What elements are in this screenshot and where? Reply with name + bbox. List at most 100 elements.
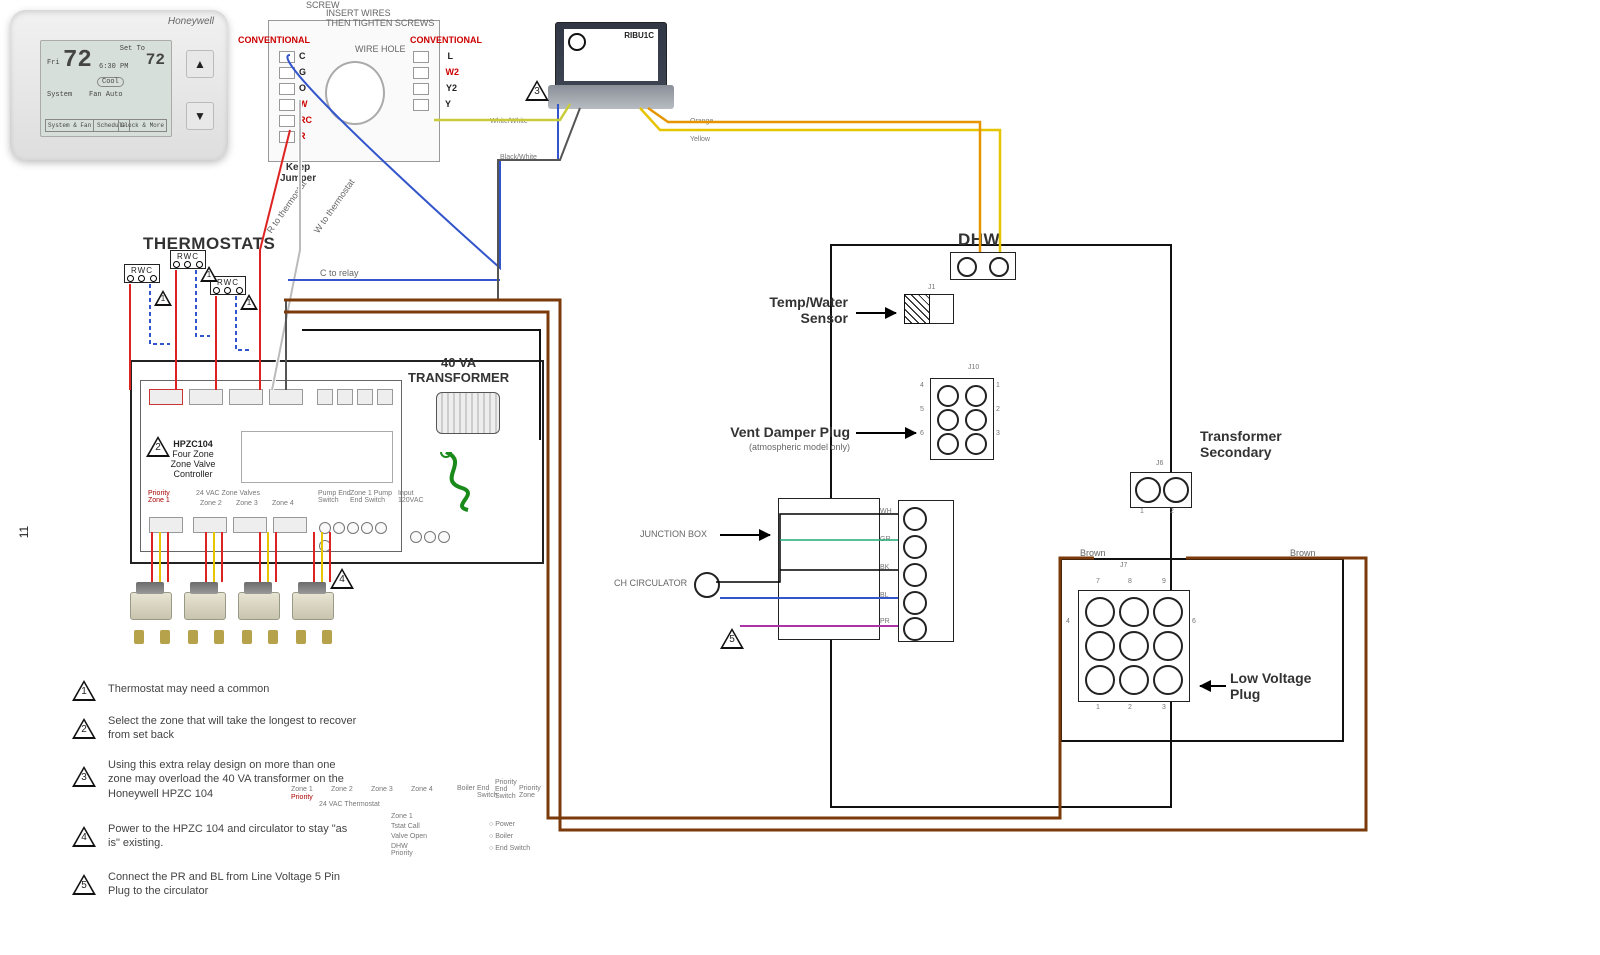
thermostat-brand: Honeywell bbox=[168, 16, 214, 27]
thermo-day: Fri bbox=[47, 59, 60, 67]
pin-bk: BK bbox=[880, 564, 889, 571]
wire-blackwhite: Black/White bbox=[500, 154, 537, 161]
led-power: ○ Power bbox=[489, 821, 515, 828]
dhw-label: DHW bbox=[958, 230, 1000, 250]
term-c: C bbox=[299, 51, 306, 61]
boiler-col: Boiler bbox=[457, 785, 475, 792]
note2: Select the zone that will take the longe… bbox=[108, 714, 358, 743]
note5-icon: 5 bbox=[72, 874, 96, 895]
note4-icon: 4 bbox=[72, 826, 96, 847]
thermo-btn-sysfan: System & Fan bbox=[45, 119, 94, 132]
wire-white: White/White bbox=[490, 118, 528, 125]
thermo-time: 6:30 PM bbox=[99, 63, 128, 71]
lvp-brown-box bbox=[1060, 558, 1344, 742]
j10n1: 1 bbox=[996, 382, 1000, 389]
pin-wh: WH bbox=[880, 508, 892, 515]
j10n2: 2 bbox=[996, 406, 1000, 413]
pzone-col: Priority Zone bbox=[519, 785, 541, 799]
term-y: Y bbox=[445, 99, 451, 109]
led-endsw: ○ End Switch bbox=[489, 845, 530, 852]
bz3: Zone 3 bbox=[236, 500, 258, 507]
zone-valve-2 bbox=[184, 592, 228, 636]
thermo-cool: Cool bbox=[97, 77, 124, 87]
bz4: Zone 4 bbox=[272, 500, 294, 507]
junction-arrow bbox=[720, 534, 770, 536]
dhw-terminals bbox=[950, 252, 1016, 280]
conventional-right: CONVENTIONAL bbox=[410, 35, 482, 45]
junction-box-frame bbox=[778, 498, 880, 640]
thermo-temp: 72 bbox=[63, 47, 92, 74]
thermo-system: System bbox=[47, 91, 72, 99]
stat-dhw: DHW Priority bbox=[391, 843, 413, 857]
thermo-fan: Fan Auto bbox=[89, 91, 123, 99]
zone-valve-1 bbox=[130, 592, 174, 636]
relay-model: RIBU1C bbox=[624, 31, 654, 40]
hpzc104-board: Zone 1 Priority Zone 2 Zone 3 Zone 4 24 … bbox=[140, 380, 402, 552]
note3: Using this extra relay design on more th… bbox=[108, 758, 358, 801]
thermostat-screen: Fri 72 6:30 PM Set To 72 Cool System Fan… bbox=[40, 40, 172, 137]
wire-yellow: Yellow bbox=[690, 136, 710, 143]
ul-icon bbox=[568, 33, 586, 51]
pin-pr: PR bbox=[880, 618, 890, 625]
zone3-lbl: Zone 3 bbox=[371, 786, 393, 793]
vent-damper-sub: (atmospheric model only) bbox=[700, 442, 850, 452]
j10n4: 4 bbox=[920, 382, 924, 389]
bz2: Zone 2 bbox=[200, 500, 222, 507]
bpump: Pump End Switch bbox=[318, 490, 351, 504]
callout-2: 2 bbox=[146, 436, 170, 457]
j10-label: J10 bbox=[968, 364, 979, 371]
transformer-secondary: Transformer Secondary bbox=[1200, 428, 1282, 460]
note5: Connect the PR and BL from Line Voltage … bbox=[108, 870, 358, 899]
note1: Thermostat may need a common bbox=[108, 682, 269, 696]
stat-z1: Zone 1 bbox=[391, 813, 413, 820]
term-l: L bbox=[448, 51, 454, 61]
brown-left: Brown bbox=[1080, 548, 1106, 558]
j1-label: J1 bbox=[928, 284, 935, 291]
j10n3: 3 bbox=[996, 430, 1000, 437]
thermo-btn-clock: Clock & More bbox=[118, 119, 167, 132]
wirehole-icon bbox=[325, 61, 385, 125]
term-y2: Y2 bbox=[446, 83, 457, 93]
bottom-valves: 24 VAC Zone Valves bbox=[196, 490, 260, 497]
zone-valve-4 bbox=[292, 592, 336, 636]
brown-right: Brown bbox=[1290, 548, 1316, 558]
page-number: 11 bbox=[17, 526, 31, 538]
thermostats-header: THERMOSTATS bbox=[143, 234, 275, 254]
hpzc-sub1: Four Zone bbox=[172, 449, 214, 459]
pin-gr: GR bbox=[880, 536, 891, 543]
led-boiler: ○ Boiler bbox=[489, 833, 513, 840]
zone4-lbl: Zone 4 bbox=[411, 786, 433, 793]
callout-1a: 1 bbox=[154, 290, 172, 306]
callout-1b: 1 bbox=[200, 266, 218, 282]
pendsw-col: Priority End Switch bbox=[495, 779, 517, 800]
insert-label: INSERT WIRES THEN TIGHTEN SCREWS bbox=[326, 8, 434, 28]
j6-label: J6 bbox=[1156, 460, 1163, 467]
term-g: G bbox=[299, 67, 306, 77]
callout-5: 5 bbox=[720, 628, 744, 649]
j10-plug bbox=[930, 378, 994, 460]
relay-ribu1c: RIBU1C bbox=[555, 22, 667, 102]
bottom-pzone1: Priority Zone 1 bbox=[148, 490, 170, 504]
note1-icon: 1 bbox=[72, 680, 96, 701]
j6-plug bbox=[1130, 472, 1192, 508]
j10n6: 6 bbox=[920, 430, 924, 437]
c-to-relay: C to relay bbox=[320, 268, 359, 278]
callout-3-relay: 3 bbox=[525, 80, 549, 101]
j10n5: 5 bbox=[920, 406, 924, 413]
circulator: CH CIRCULATOR bbox=[614, 578, 687, 588]
j6n2: 2 bbox=[1170, 508, 1174, 515]
temp-sensor-label: Temp/Water Sensor bbox=[718, 294, 848, 326]
term-r: R bbox=[299, 131, 306, 141]
wiring-diagram: Honeywell Fri 72 6:30 PM Set To 72 Cool … bbox=[0, 0, 1600, 955]
vent-damper-arrow bbox=[856, 432, 916, 434]
five-pin-plug bbox=[898, 500, 954, 642]
note4: Power to the HPZC 104 and circulator to … bbox=[108, 822, 358, 851]
transformer-icon bbox=[436, 392, 500, 434]
note3-icon: 3 bbox=[72, 766, 96, 787]
r-to-thermo: R to thermostat bbox=[265, 179, 308, 235]
vent-damper-label: Vent Damper Plug bbox=[680, 424, 850, 440]
pin-bl: BL bbox=[880, 592, 889, 599]
ground-wire-icon bbox=[440, 452, 480, 512]
term-rc: RC bbox=[299, 115, 312, 125]
callout-1c: 1 bbox=[240, 294, 258, 310]
